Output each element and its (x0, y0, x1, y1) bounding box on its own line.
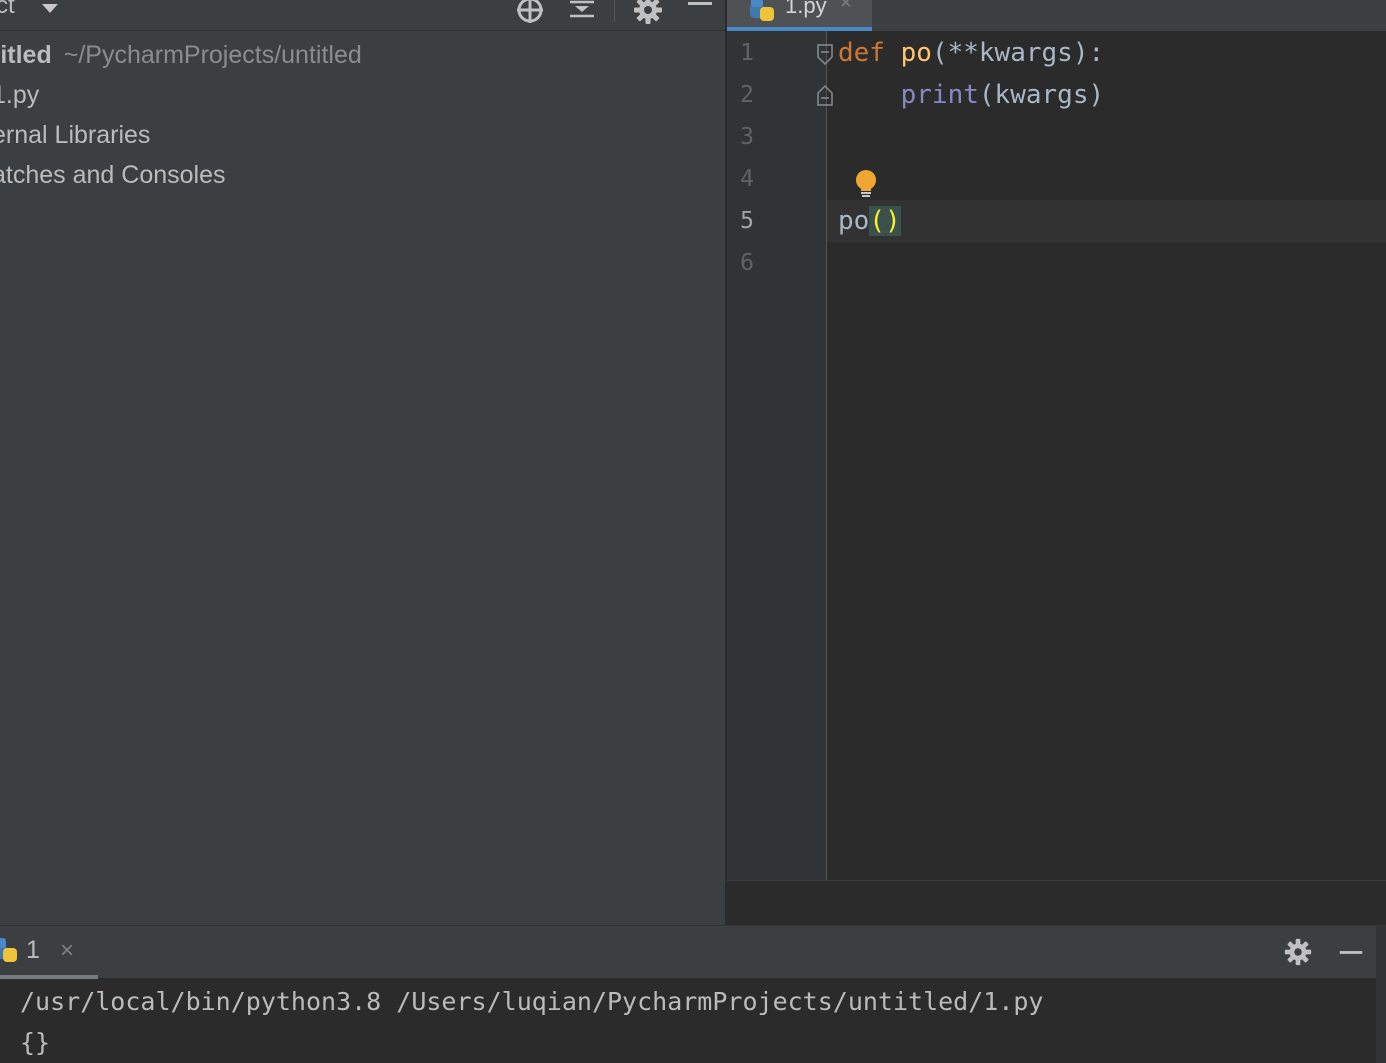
locate-icon[interactable] (514, 0, 546, 26)
minimize-icon[interactable] (1336, 937, 1366, 967)
gear-icon[interactable] (1283, 937, 1313, 967)
editor-tab-bar: 1.py × (727, 0, 1386, 32)
run-panel-scrollbar[interactable] (1376, 926, 1386, 1063)
project-view-title[interactable]: ct (0, 0, 15, 20)
tree-item-project-root[interactable]: titled ~/PycharmProjects/untitled (0, 35, 362, 75)
minimize-icon[interactable] (684, 0, 716, 26)
code-line-1[interactable]: def po(**kwargs): (838, 32, 1104, 74)
tree-item-label: atches and Consoles (0, 161, 226, 189)
active-run-tab-indicator (0, 975, 98, 979)
run-tab-1[interactable]: 1 × (0, 926, 98, 979)
code-matched-parens: () (869, 206, 901, 236)
line-number: 6 (740, 250, 754, 276)
code-call-name: po (838, 206, 870, 236)
line-number: 2 (740, 82, 754, 108)
project-panel: ct itled ~/PycharmProjects/untitled .py … (0, 0, 725, 925)
collapse-all-icon[interactable] (566, 0, 598, 26)
code-line-2[interactable]: print(kwargs) (838, 74, 1105, 116)
tree-item-file[interactable]: 1.py (0, 75, 39, 115)
code-args: (kwargs) (978, 80, 1105, 110)
chevron-down-icon[interactable] (40, 2, 60, 16)
code-keyword: def (838, 38, 885, 68)
tree-item-scratches[interactable]: atches and Consoles (0, 155, 225, 195)
code-line-5[interactable]: po() (838, 200, 901, 242)
console-output-line[interactable]: {} (20, 1023, 50, 1063)
editor-bottom-strip (727, 880, 1386, 926)
run-tab-bar: 1 × (0, 926, 1376, 979)
editor-tab-1py[interactable]: 1.py × (727, 0, 872, 31)
project-panel-header: ct (0, 0, 725, 31)
line-number-current: 5 (740, 208, 754, 234)
code-params: (**kwargs): (931, 38, 1105, 68)
console-output-line[interactable]: /usr/local/bin/python3.8 /Users/luqian/P… (20, 982, 1044, 1022)
line-number: 4 (740, 166, 754, 192)
tab-close-icon[interactable]: × (840, 0, 852, 15)
run-tab-label: 1 (26, 936, 40, 964)
line-number: 3 (740, 124, 754, 150)
fold-end-icon[interactable] (816, 83, 834, 107)
tree-item-label: ernal Libraries (0, 121, 151, 149)
caret-row-highlight (827, 200, 1386, 242)
code-function-name: po (900, 38, 932, 68)
code-editor[interactable] (827, 31, 1386, 880)
gear-icon[interactable] (632, 0, 664, 26)
header-separator (614, 0, 615, 22)
tree-item-label: 1.py (0, 81, 40, 109)
tree-item-path: ~/PycharmProjects/untitled (63, 41, 362, 69)
python-icon (0, 938, 17, 962)
fold-start-icon[interactable] (816, 43, 834, 67)
code-builtin: print (900, 80, 979, 110)
run-tool-window: 1 × /usr/local/bin/python3.8 /Users/luqi… (0, 925, 1386, 1063)
tab-label: 1.py (785, 0, 827, 18)
line-number: 1 (740, 40, 754, 66)
lightbulb-icon[interactable] (852, 168, 880, 200)
run-tab-close-icon[interactable]: × (60, 937, 74, 965)
python-icon (750, 0, 774, 21)
tree-item-label: titled (0, 41, 52, 69)
tree-item-external-libraries[interactable]: ernal Libraries (0, 115, 150, 155)
